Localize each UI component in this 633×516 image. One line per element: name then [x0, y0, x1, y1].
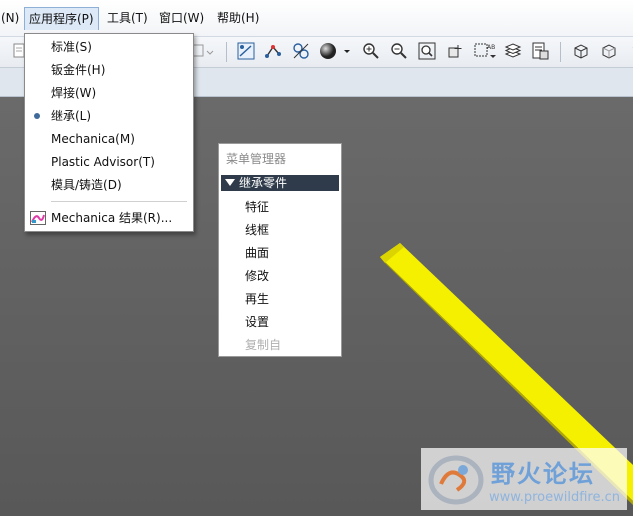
- sketch-plane-icon[interactable]: [235, 40, 257, 62]
- reorient-icon[interactable]: [444, 40, 466, 62]
- saved-views-icon[interactable]: AB: [472, 40, 498, 62]
- menu-item-inheritance-label: 继承(L): [51, 109, 92, 123]
- collapse-triangle-icon: [225, 179, 235, 186]
- mm-item-surface[interactable]: 曲面: [245, 244, 269, 261]
- isometric-view-icon[interactable]: [570, 40, 592, 62]
- menu-manager-header[interactable]: 继承零件: [221, 175, 339, 191]
- menu-item-mechanica[interactable]: Mechanica(M): [25, 128, 193, 150]
- menu-item-standard[interactable]: 标准(S): [25, 36, 193, 58]
- mm-item-modify[interactable]: 修改: [245, 267, 269, 284]
- mm-item-setup[interactable]: 设置: [245, 313, 269, 330]
- results-icon: [30, 211, 46, 225]
- svg-text:AB: AB: [487, 44, 495, 51]
- menu-tools[interactable]: 工具(T): [102, 8, 153, 28]
- applications-dropdown: 标准(S) 钣金件(H) 焊接(W) 继承(L) Mechanica(M) Pl…: [24, 33, 194, 232]
- zoom-out-icon[interactable]: [388, 40, 410, 62]
- menu-help[interactable]: 帮助(H): [212, 8, 264, 28]
- menu-item-mechanica-results[interactable]: Mechanica 结果(R)...: [25, 207, 193, 229]
- forum-logo-icon: [428, 455, 484, 505]
- menu-manager-panel: 菜单管理器 继承零件 特征 线框 曲面 修改 再生 设置 复制自: [218, 143, 342, 357]
- datum-axis-icon[interactable]: [290, 40, 312, 62]
- menu-divider: [51, 201, 187, 202]
- mm-item-wireframe[interactable]: 线框: [245, 221, 269, 238]
- menu-file-partial[interactable]: (N): [0, 8, 24, 28]
- menu-manager-header-label: 继承零件: [239, 176, 288, 190]
- mm-item-copy-from: 复制自: [245, 338, 282, 352]
- view-dropdown-icon[interactable]: [192, 40, 214, 62]
- menu-item-welding[interactable]: 焊接(W): [25, 82, 193, 104]
- zoom-in-icon[interactable]: [360, 40, 382, 62]
- refit-icon[interactable]: [416, 40, 438, 62]
- hidden-line-icon[interactable]: [598, 40, 620, 62]
- wireframe-icon[interactable]: [626, 40, 633, 62]
- mm-item-regenerate[interactable]: 再生: [245, 290, 269, 307]
- menu-item-inheritance[interactable]: 继承(L): [25, 105, 193, 127]
- shading-dropdown-icon[interactable]: [318, 40, 352, 62]
- forum-watermark: 野火论坛 www.proewildfire.cn: [421, 448, 627, 510]
- menu-item-plastic-advisor[interactable]: Plastic Advisor(T): [25, 151, 193, 173]
- menu-window[interactable]: 窗口(W): [154, 8, 209, 28]
- mm-item-feature[interactable]: 特征: [245, 198, 269, 215]
- menu-bar: (N) 应用程序(P) 工具(T) 窗口(W) 帮助(H): [0, 0, 633, 37]
- menu-item-mechanica-results-label: Mechanica 结果(R)...: [51, 211, 173, 225]
- menu-item-sheetmetal[interactable]: 钣金件(H): [25, 59, 193, 81]
- layers-icon[interactable]: [502, 40, 524, 62]
- model-tree-icon[interactable]: [529, 40, 551, 62]
- menu-manager-title: 菜单管理器: [226, 152, 287, 166]
- datum-points-icon[interactable]: [262, 40, 284, 62]
- watermark-url: www.proewildfire.cn: [489, 490, 620, 505]
- selected-radio-icon: [34, 113, 40, 119]
- menu-item-mold-casting[interactable]: 模具/铸造(D): [25, 174, 193, 196]
- watermark-title: 野火论坛: [491, 460, 595, 488]
- menu-applications[interactable]: 应用程序(P): [24, 7, 99, 30]
